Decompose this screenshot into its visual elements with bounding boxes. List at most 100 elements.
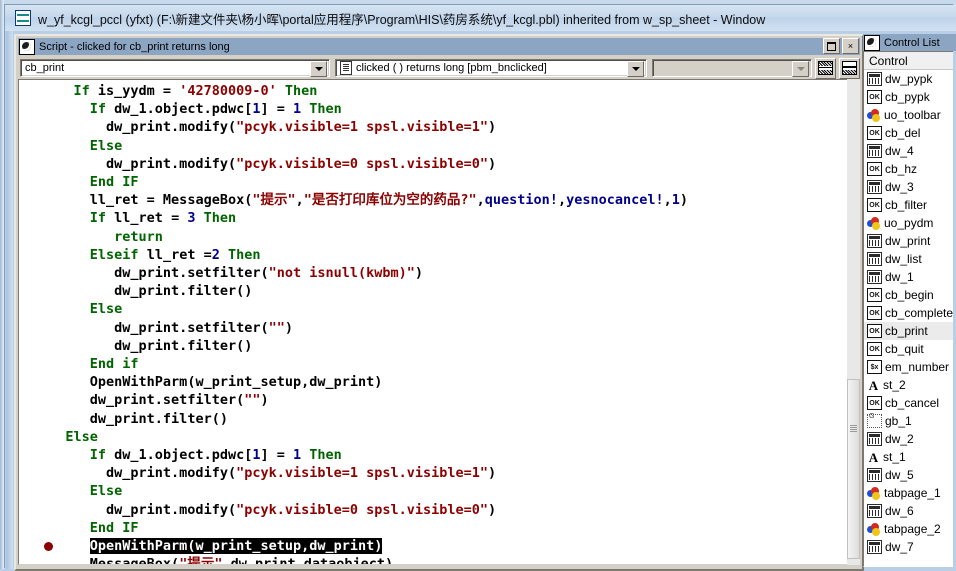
chevron-down-icon[interactable] [310,61,328,77]
list-item[interactable]: $x em_number [864,358,955,376]
control-list-icon [864,34,880,51]
datawindow-icon [867,144,882,158]
commandbutton-icon: OK [867,396,882,410]
list-item[interactable]: tabpage_1 [864,484,955,502]
list-item-label: uo_pydm [884,216,934,230]
datawindow-icon [867,180,882,194]
datawindow-icon [867,270,882,284]
list-item[interactable]: dw_1 [864,268,955,286]
list-item[interactable]: OK cb_print [864,322,955,340]
list-item[interactable]: uo_toolbar [864,106,955,124]
list-item[interactable]: dw_3 [864,178,955,196]
close-button[interactable]: × [842,38,859,54]
list-item-label: cb_hz [885,162,918,176]
list-item-label: em_number [885,360,950,374]
list-item[interactable]: OK cb_pypk [864,88,955,106]
object-select-value: cb_print [25,62,65,74]
maximize-button[interactable] [823,38,840,54]
list-item[interactable]: dw_print [864,232,955,250]
list-item-label: dw_5 [885,468,914,482]
chevron-down-icon[interactable] [792,61,809,77]
code-text[interactable]: If is_yydm = '42780009-0' Then If dw_1.o… [41,82,688,564]
chevron-down-icon[interactable] [627,61,645,77]
split-pane-horizontal-button[interactable] [815,57,836,79]
list-item[interactable]: gb_1 [864,412,955,430]
list-item-label: uo_toolbar [884,108,941,122]
list-item[interactable]: OK cb_filter [864,196,955,214]
list-item-label: dw_3 [885,180,914,194]
list-item[interactable]: Ast_2 [864,376,955,394]
datawindow-icon [867,432,882,446]
list-item-label: cb_del [885,126,921,140]
list-item[interactable]: dw_7 [864,538,955,556]
split-pane-stacked-icon [842,61,857,75]
list-item[interactable]: OK cb_begin [864,286,955,304]
window-titlebar[interactable]: w_yf_kcgl_pccl (yfxt) (F:\新建文件夹\杨小晖\port… [5,5,956,31]
script-painter-icon [19,38,35,55]
control-list-window: Control List Control dw_pypk OK cb_pypk uo_… [863,34,956,567]
list-item[interactable]: OK cb_del [864,124,955,142]
list-item-label: st_2 [883,378,906,392]
commandbutton-icon: OK [867,198,882,212]
list-item[interactable]: OK cb_hz [864,160,955,178]
list-item[interactable]: dw_list [864,250,955,268]
breakpoint-dot[interactable] [44,542,53,551]
list-item[interactable]: dw_pypk [864,70,955,88]
list-item-label: tabpage_1 [884,486,941,500]
datawindow-icon [867,504,882,518]
list-item[interactable]: tabpage_2 [864,520,955,538]
code-gutter[interactable] [19,80,41,564]
event-select[interactable]: clicked ( ) returns long [pbm_bnclicked] [335,59,648,77]
statictext-icon: A [868,449,879,465]
datawindow-icon [867,252,882,266]
page-title: w_yf_kcgl_pccl (yfxt) (F:\新建文件夹\杨小晖\port… [38,12,766,27]
list-item[interactable]: Ast_1 [864,448,955,466]
userobject-icon [867,216,881,230]
datawindow-icon [867,468,882,482]
list-item[interactable]: dw_4 [864,142,955,160]
control-list-title: Control List [884,36,940,49]
control-list-body[interactable]: Control dw_pypk OK cb_pypk uo_toolbar OK cb_d… [863,51,956,567]
mdi-client-area: Script - clicked for cb_print returns lo… [5,31,956,571]
list-item[interactable]: OK cb_complete [864,304,955,322]
list-item[interactable]: OK cb_cancel [864,394,955,412]
list-item-label: st_1 [883,450,906,464]
powerbuilder-window-icon [15,10,31,26]
scrollbar-thumb[interactable] [847,379,860,559]
userobject-icon [867,108,881,122]
script-toolbar: cb_print clicked ( ) returns long [pbm_b… [18,57,860,79]
control-list-titlebar[interactable]: Control List [863,34,956,51]
code-vertical-scrollbar[interactable] [847,79,860,565]
list-item-label: dw_4 [885,144,914,158]
list-item-label: cb_print [885,324,928,338]
groupbox-icon [867,413,882,428]
object-select[interactable]: cb_print [20,59,331,77]
script-window-buttons: × [823,38,859,54]
list-item-label: dw_6 [885,504,914,518]
script-code-editor[interactable]: If is_yydm = '42780009-0' Then If dw_1.o… [18,79,856,565]
control-list-column-header[interactable]: Control [864,52,955,70]
third-select[interactable] [652,59,812,77]
split-pane-stacked-button[interactable] [839,57,860,79]
commandbutton-icon: OK [867,126,882,140]
mdi-left-strip [5,31,14,569]
statictext-icon: A [868,377,879,393]
list-item[interactable]: dw_6 [864,502,955,520]
userobject-icon [867,486,881,500]
list-item[interactable]: dw_2 [864,430,955,448]
commandbutton-icon: OK [867,162,882,176]
control-list-rows: dw_pypk OK cb_pypk uo_toolbar OK cb_del dw_4 OK… [864,70,955,556]
list-item-label: tabpage_2 [884,522,941,536]
scrollbar-grip-icon [850,425,857,432]
script-window-titlebar[interactable]: Script - clicked for cb_print returns lo… [18,38,860,55]
list-item[interactable]: OK cb_quit [864,340,955,358]
list-item[interactable]: uo_pydm [864,214,955,232]
editmask-icon: $x [867,360,882,374]
list-item-label: dw_2 [885,432,914,446]
list-item-label: dw_7 [885,540,914,554]
list-item-label: cb_filter [885,198,928,212]
list-item[interactable]: dw_5 [864,466,955,484]
datawindow-icon [867,540,882,554]
commandbutton-icon: OK [867,324,882,338]
list-item-label: cb_begin [885,288,934,302]
